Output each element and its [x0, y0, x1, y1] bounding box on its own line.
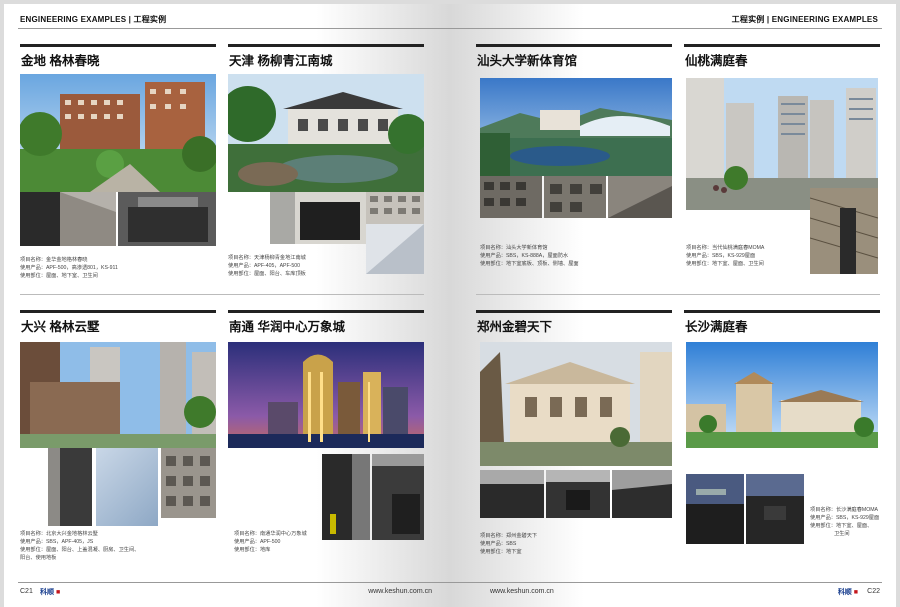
- project-caption: 项目名称：长沙满庭春MOMA 使用产品：SBS，KS-929屋面 使用部位：地下…: [810, 507, 880, 537]
- project-panel: 大兴 格林云墅: [20, 310, 216, 335]
- project-title: 天津 杨柳青江南城: [229, 54, 333, 68]
- project-photo: [480, 470, 544, 518]
- project-caption: 项目名称：南通华润中心万象城 使用产品：APF-500 使用部位：地库: [234, 531, 307, 553]
- project-photo: [686, 342, 878, 448]
- project-panel: 郑州金碧天下: [476, 310, 672, 335]
- project-photo: [546, 470, 610, 518]
- section-divider: [476, 294, 880, 295]
- project-panel: 南通 华润中心万象城: [228, 310, 424, 335]
- header-rule: [18, 28, 450, 29]
- brand-logo: 科顺 ■: [837, 589, 858, 596]
- project-photo: [480, 78, 672, 176]
- section-divider: [20, 294, 424, 295]
- website: www.keshun.com.cn: [490, 588, 554, 595]
- project-caption: 项目名称：北京大兴金地格林云墅 使用产品：SBS，APF-405，JS 使用部位…: [20, 531, 140, 561]
- project-photo: [48, 448, 92, 526]
- project-photo: [322, 454, 370, 540]
- project-photo: [20, 74, 216, 192]
- project-caption: 项目名称：金华金地格林春晓 使用产品：APF-500，高渗透801，KS-911…: [20, 257, 118, 279]
- project-photo: [480, 342, 672, 466]
- project-photo: [544, 176, 606, 218]
- project-title: 仙桃满庭春: [685, 54, 748, 68]
- project-title: 长沙满庭春: [685, 320, 748, 334]
- project-photo: [270, 192, 366, 244]
- footer-rule: [450, 582, 882, 583]
- project-caption: 项目名称：天津杨柳青金地江南城 使用产品：APF-405，APF-500 使用部…: [228, 255, 306, 277]
- project-title: 大兴 格林云墅: [21, 320, 100, 334]
- page-number: C22: [867, 588, 880, 595]
- project-photo: [20, 192, 116, 246]
- project-title: 金地 格林春晓: [21, 54, 100, 68]
- brand-logo: 科顺 ■: [40, 589, 61, 596]
- project-title: 郑州金碧天下: [477, 320, 553, 334]
- website: www.keshun.com.cn: [368, 588, 432, 595]
- project-panel: 金地 格林春晓: [20, 44, 216, 69]
- project-photo: [228, 342, 424, 448]
- project-photo: [612, 470, 672, 518]
- project-photo: [372, 454, 424, 540]
- project-photo: [228, 74, 424, 192]
- project-caption: 项目名称：汕头大学新体育馆 使用产品：SBS，KS-888A，屋面防水 使用部位…: [480, 245, 579, 267]
- project-photo: [810, 188, 878, 274]
- right-page: 工程实例 | ENGINEERING EXAMPLES 汕头大学新体育馆 项目名…: [450, 4, 896, 607]
- project-photo: [480, 176, 542, 218]
- project-caption: 项目名称：当代仙桃满庭春MOMA 使用产品：SBS，KS-929屋面 使用部位：…: [686, 245, 765, 267]
- project-photo: [118, 192, 216, 246]
- project-title: 汕头大学新体育馆: [477, 54, 578, 68]
- project-panel: 天津 杨柳青江南城: [228, 44, 424, 69]
- project-photo: [366, 224, 424, 274]
- project-photo: [746, 474, 804, 544]
- project-photo: [161, 448, 216, 518]
- header-rule: [450, 28, 882, 29]
- project-photo: [608, 176, 672, 218]
- project-panel: 汕头大学新体育馆: [476, 44, 672, 69]
- project-title: 南通 华润中心万象城: [229, 320, 345, 334]
- project-photo: [366, 192, 424, 224]
- project-photo: [20, 342, 216, 448]
- left-page: ENGINEERING EXAMPLES | 工程实例 金地 格林春晓 项目名称…: [4, 4, 450, 607]
- page-header: ENGINEERING EXAMPLES | 工程实例: [20, 15, 167, 24]
- project-photo: [96, 448, 158, 526]
- project-panel: 长沙满庭春: [684, 310, 880, 335]
- page-number: C21: [20, 588, 33, 595]
- project-panel: 仙桃满庭春: [684, 44, 880, 69]
- project-caption: 项目名称：郑州金碧天下 使用产品：SBS 使用部位：地下室: [480, 533, 538, 555]
- footer-rule: [18, 582, 450, 583]
- project-photo: [686, 474, 744, 544]
- page-header: 工程实例 | ENGINEERING EXAMPLES: [731, 15, 878, 24]
- brochure-spread: ENGINEERING EXAMPLES | 工程实例 金地 格林春晓 项目名称…: [0, 0, 900, 607]
